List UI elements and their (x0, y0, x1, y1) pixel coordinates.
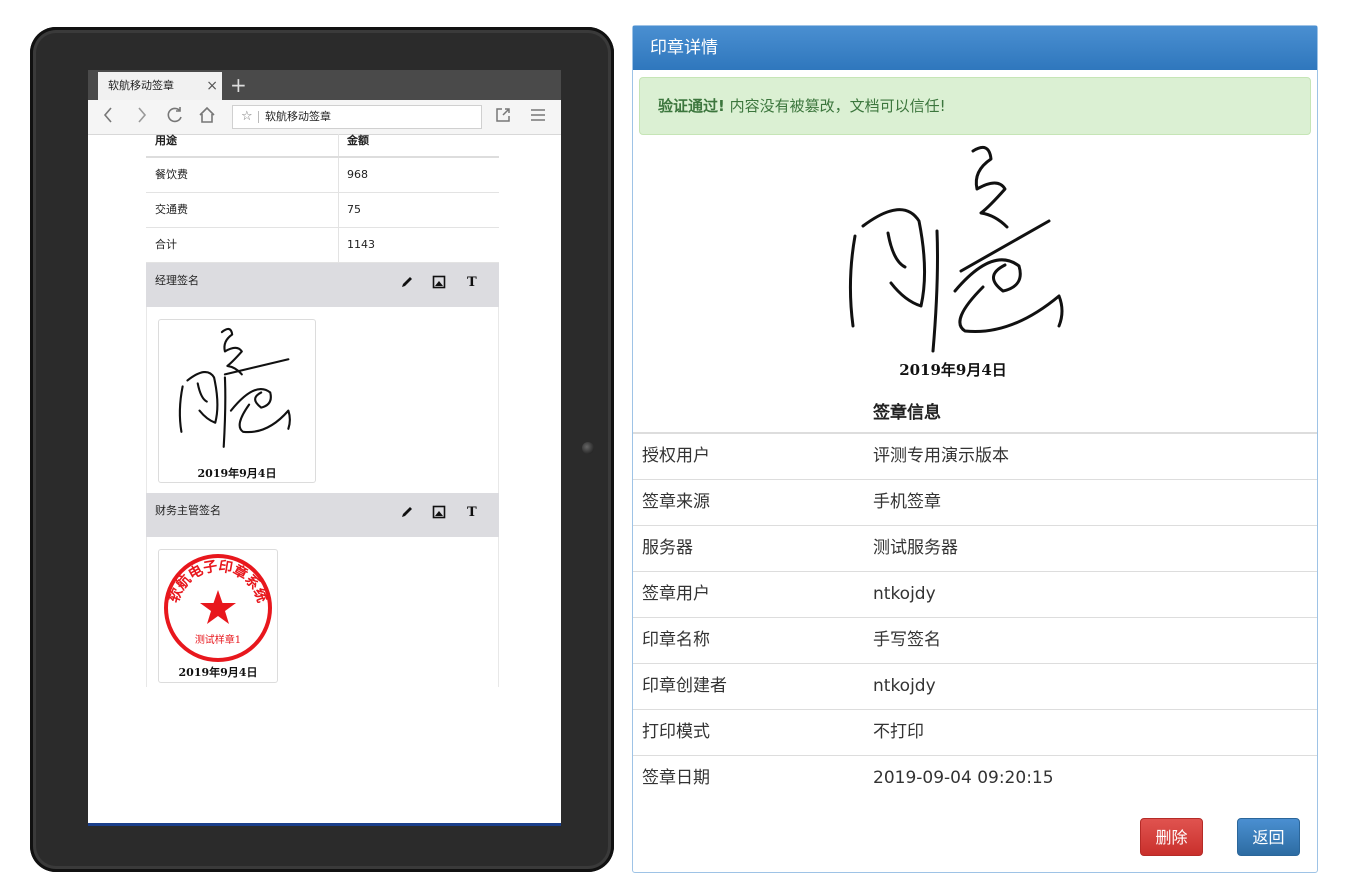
table-row: 服务器 测试服务器 (633, 526, 1317, 572)
info-value: ntkojdy (873, 676, 936, 696)
red-seal-icon: 软航电子印章系统 测试样章1 (164, 554, 272, 662)
info-key: 授权用户 (642, 446, 710, 466)
tab-close-icon[interactable]: × (206, 72, 218, 100)
manager-signature-bar: 经理签名 T (146, 263, 499, 307)
table-row: 签章来源 手机签章 (633, 480, 1317, 526)
manager-signature-image[interactable]: 2019年9月4日 (158, 319, 316, 483)
alert-strong: 验证通过! (658, 97, 725, 115)
row-label: 合计 (155, 238, 177, 251)
header-amount: 金额 (347, 134, 369, 147)
row-label: 交通费 (155, 203, 188, 216)
info-value: 评测专用演示版本 (873, 446, 1009, 466)
forward-icon[interactable] (136, 106, 148, 129)
column-divider (338, 158, 339, 192)
info-value: 手写签名 (873, 630, 941, 650)
manager-signature-label: 经理签名 (155, 274, 199, 287)
back-icon[interactable] (102, 106, 114, 129)
table-row: 签章用户 ntkojdy (633, 572, 1317, 618)
manager-signature-date: 2019年9月4日 (197, 467, 277, 480)
header-purpose: 用途 (155, 134, 177, 147)
table-row: 印章名称 手写签名 (633, 618, 1317, 664)
info-value: 测试服务器 (873, 538, 958, 558)
handwritten-signature-icon (178, 327, 291, 448)
finance-signature-area: 软航电子印章系统 测试样章1 2019年9月4日 (146, 537, 499, 687)
seal-sub-text: 测试样章1 (195, 633, 241, 646)
image-icon[interactable] (432, 275, 446, 293)
table-row: 印章创建者 ntkojdy (633, 664, 1317, 710)
screen-bottom-edge (88, 823, 561, 826)
alert-text: 内容没有被篡改，文档可以信任! (729, 97, 946, 115)
browser-tab-bar: 软航移动签章 × + (88, 70, 561, 100)
reload-icon[interactable] (166, 106, 184, 129)
star-icon[interactable]: ☆ (241, 106, 253, 128)
tablet-screen: 软航移动签章 × + ☆ 软航移动签章 用途 金额 餐饮费 968 交通费 75… (88, 70, 561, 826)
table-row: 交通费 75 (146, 193, 499, 228)
verification-alert: 验证通过! 内容没有被篡改，文档可以信任! (639, 77, 1311, 135)
pen-icon[interactable] (400, 505, 414, 523)
image-icon[interactable] (432, 505, 446, 523)
table-row: 餐饮费 968 (146, 158, 499, 193)
info-value: ntkojdy (873, 584, 936, 604)
menu-icon[interactable] (530, 106, 546, 129)
info-key: 签章日期 (642, 768, 710, 788)
browser-nav-bar: ☆ 软航移动签章 (88, 100, 561, 135)
column-divider (338, 134, 339, 156)
finance-signature-date: 2019年9月4日 (178, 666, 258, 679)
seal-detail-panel: 印章详情 验证通过! 内容没有被篡改，文档可以信任! 2019年9月4日 签章信… (632, 25, 1318, 873)
url-separator (258, 111, 259, 123)
text-icon[interactable]: T (467, 275, 477, 290)
info-value: 2019-09-04 09:20:15 (873, 768, 1054, 788)
text-icon[interactable]: T (467, 505, 477, 520)
table-header-row: 用途 金额 (146, 134, 499, 158)
info-header: 签章信息 (633, 394, 1317, 434)
document-content: 用途 金额 餐饮费 968 交通费 75 合计 1143 经理签名 T 2019… (146, 134, 499, 687)
finance-signature-bar: 财务主管签名 T (146, 493, 499, 537)
finance-seal-image[interactable]: 软航电子印章系统 测试样章1 2019年9月4日 (158, 549, 278, 683)
table-row: 签章日期 2019-09-04 09:20:15 (633, 756, 1317, 801)
delete-button[interactable]: 删除 (1140, 818, 1203, 856)
column-divider (338, 228, 339, 262)
back-button[interactable]: 返回 (1237, 818, 1300, 856)
info-key: 服务器 (642, 538, 693, 558)
info-value: 不打印 (873, 722, 924, 742)
info-value: 手机签章 (873, 492, 941, 512)
column-divider (338, 193, 339, 227)
info-key: 印章名称 (642, 630, 710, 650)
table-row: 合计 1143 (146, 228, 499, 263)
url-text: 软航移动签章 (265, 110, 331, 123)
tab-title: 软航移动签章 (108, 79, 174, 92)
finance-signature-label: 财务主管签名 (155, 504, 221, 517)
row-amount: 75 (347, 203, 361, 216)
row-amount: 1143 (347, 238, 375, 251)
manager-signature-area: 2019年9月4日 (146, 307, 499, 493)
info-title: 签章信息 (873, 403, 941, 423)
url-bar[interactable]: ☆ 软航移动签章 (232, 105, 482, 129)
new-tab-icon[interactable]: + (230, 72, 247, 98)
signature-date: 2019年9月4日 (899, 361, 1007, 379)
signature-preview: 2019年9月4日 (833, 141, 1073, 381)
info-key: 签章来源 (642, 492, 710, 512)
panel-title: 印章详情 (633, 26, 1317, 70)
info-key: 印章创建者 (642, 676, 727, 696)
table-row: 授权用户 评测专用演示版本 (633, 434, 1317, 480)
table-row: 打印模式 不打印 (633, 710, 1317, 756)
camera-icon (582, 442, 594, 454)
handwritten-signature-icon (848, 145, 1064, 353)
home-icon[interactable] (198, 106, 216, 129)
info-key: 打印模式 (642, 722, 710, 742)
row-label: 餐饮费 (155, 168, 188, 181)
browser-tab[interactable]: 软航移动签章 × (98, 72, 222, 100)
signature-info-table: 签章信息 授权用户 评测专用演示版本 签章来源 手机签章 服务器 测试服务器 签… (633, 394, 1317, 801)
info-key: 签章用户 (642, 584, 710, 604)
pen-icon[interactable] (400, 275, 414, 293)
share-icon[interactable] (494, 106, 512, 129)
row-amount: 968 (347, 168, 368, 181)
